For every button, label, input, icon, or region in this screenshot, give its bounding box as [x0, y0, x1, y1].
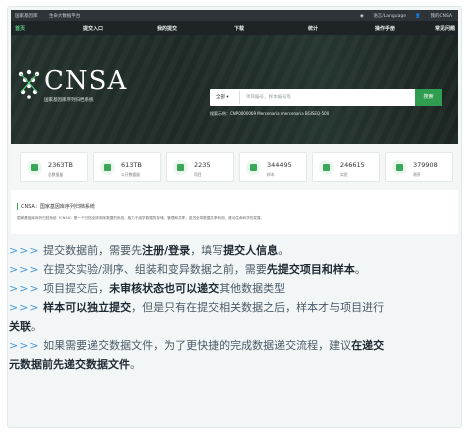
stat-projects[interactable]: 2235 项目: [166, 152, 234, 182]
nav-home[interactable]: 首页: [15, 25, 25, 32]
search-scope-select[interactable]: 全部 ▾: [212, 91, 240, 104]
document-icon: [246, 160, 261, 175]
topbar-link-platform[interactable]: 生命大数据平台: [49, 14, 81, 19]
sequence-icon: [392, 160, 407, 175]
nav-statistics[interactable]: 统计: [308, 25, 318, 32]
language-switch[interactable]: ◉ 语言/Language: [360, 14, 406, 19]
search-input[interactable]: 项目编号，样本编号等: [246, 94, 291, 100]
note-line-5: >>> 如果需要递交数据文件，为了更快捷的完成数据递交流程，建议在递交: [9, 339, 385, 352]
stat-experiments[interactable]: 246615 实验: [312, 152, 380, 182]
notes-list: >>> 提交数据前，需要先注册/登录，填写提交人信息。 >>> 在提交实验/测序…: [9, 241, 453, 374]
stat-samples[interactable]: 344495 样本: [239, 152, 307, 182]
website-screenshot: 国家基因库 生命大数据平台 ◉ 语言/Language 👤 我的CNSA 首页 …: [11, 10, 458, 234]
note-line-4: >>> 样本可以独立提交，但是只有在提交相关数据之后，样本才与项目进行: [9, 301, 385, 314]
nav-submit[interactable]: 提交入口: [83, 25, 103, 32]
my-cnsa-link[interactable]: 👤 我的CNSA: [415, 14, 452, 19]
note-line-1: >>> 提交数据前，需要先注册/登录，填写提交人信息。: [9, 244, 290, 257]
note-line-4-cont: 关联。: [9, 320, 42, 333]
note-line-3: >>> 项目提交后，未审核状态也可以递交其他数据类型: [9, 282, 286, 295]
stat-total-data[interactable]: 2363TB 总数据量: [20, 152, 88, 182]
stat-runs[interactable]: 379908 测序: [385, 152, 453, 182]
stat-public-data[interactable]: 613TB 公开数据量: [93, 152, 161, 182]
intro-title: CNSA：国家基因库序列归档系统: [17, 203, 95, 210]
box-icon: [173, 160, 188, 175]
intro-description: 国家基因库序列归档系统（CNSA）是一个归档全球测序数据的系统，致力于组学数据的…: [17, 216, 265, 220]
cloud-icon: [100, 160, 115, 175]
cnsa-logo-icon: [18, 69, 40, 99]
main-nav: 首页 提交入口 我的提交 下载 统计 操作手册 常见问题: [11, 21, 458, 35]
note-line-2: >>> 在提交实验/测序、组装和变异数据之前，需要先提交项目和样本。: [9, 263, 366, 276]
nav-download[interactable]: 下载: [234, 25, 244, 32]
logo-subtitle: 国家基因库序列归档系统: [44, 98, 94, 103]
hero-banner: CNSA 国家基因库序列归档系统 全部 ▾ 项目编号，样本编号等 搜索 搜索示例…: [11, 35, 458, 144]
nav-manual[interactable]: 操作手册: [375, 25, 395, 32]
note-line-5-cont: 元数据前先递交数据文件。: [9, 358, 141, 371]
topbar-link-cngb[interactable]: 国家基因库: [15, 14, 38, 19]
flask-icon: [319, 160, 334, 175]
top-bar: 国家基因库 生命大数据平台 ◉ 语言/Language 👤 我的CNSA: [11, 10, 458, 21]
nav-my-submissions[interactable]: 我的提交: [157, 25, 177, 32]
intro-section: CNSA：国家基因库序列归档系统 国家基因库序列归档系统（CNSA）是一个归档全…: [11, 190, 458, 234]
nav-faq[interactable]: 常见问题: [435, 25, 455, 32]
stats-row: 2363TB 总数据量 613TB 公开数据量 2235 项目 344495 样本 24…: [11, 144, 458, 190]
search-examples: 搜索示例：CNP0000069 Mercenaria mercenaria BG…: [210, 111, 330, 116]
database-icon: [27, 160, 42, 175]
search-box: 全部 ▾ 项目编号，样本编号等 搜索: [210, 89, 442, 106]
logo-text: CNSA: [44, 66, 128, 96]
search-button[interactable]: 搜索: [415, 89, 442, 106]
